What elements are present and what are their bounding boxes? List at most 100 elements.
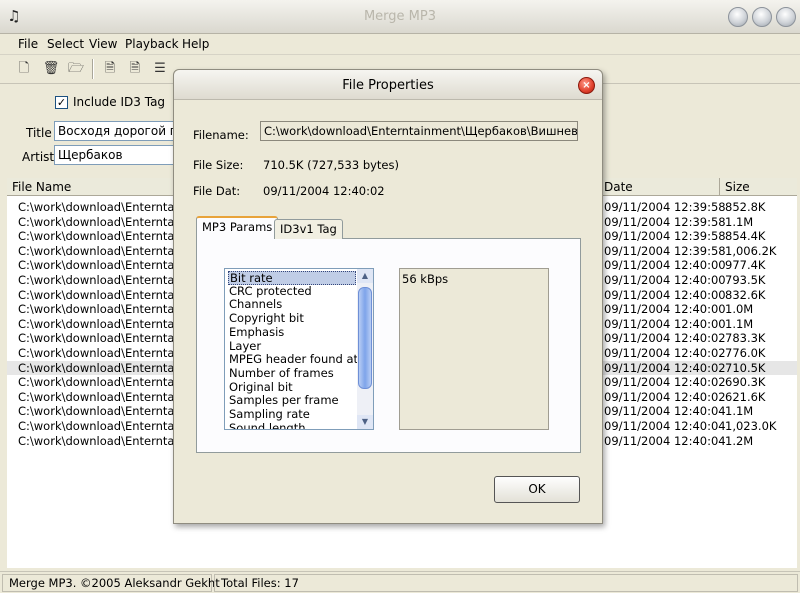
cell-date: 09/11/2004 12:40:02 bbox=[604, 360, 726, 375]
list-item[interactable]: MPEG header found at bbox=[228, 352, 358, 367]
scroll-down-icon[interactable]: ▼ bbox=[357, 415, 373, 429]
cell-size: 1,006.2K bbox=[725, 243, 777, 258]
cell-file-name: C:\work\download\Enterntainm bbox=[18, 331, 197, 346]
cell-date: 09/11/2004 12:40:02 bbox=[604, 375, 726, 390]
cell-date: 09/11/2004 12:40:00 bbox=[604, 316, 726, 331]
cell-size: 1.1M bbox=[725, 404, 754, 419]
menu-select[interactable]: Select bbox=[47, 37, 84, 51]
cell-size: 776.0K bbox=[725, 346, 766, 360]
list-item[interactable]: Number of frames bbox=[228, 366, 356, 381]
cell-file-name: C:\work\download\Enterntainm bbox=[18, 287, 197, 302]
menu-view[interactable]: View bbox=[89, 37, 117, 51]
cell-date: 09/11/2004 12:40:00 bbox=[604, 302, 726, 317]
filedate-value: 09/11/2004 12:40:02 bbox=[263, 184, 385, 198]
document-icon[interactable]: 🗎 bbox=[101, 60, 119, 78]
cell-size: 852.8K bbox=[725, 200, 766, 214]
cell-size: 1.0M bbox=[725, 302, 754, 317]
cell-date: 09/11/2004 12:39:58 bbox=[604, 229, 726, 244]
list-item[interactable]: Copyright bit bbox=[228, 311, 356, 326]
title-label: Title bbox=[26, 126, 52, 140]
menu-bar: File Select View Playback Help bbox=[0, 34, 800, 55]
cell-file-name: C:\work\download\Enterntainm bbox=[18, 316, 197, 331]
cell-size: 1.1M bbox=[725, 316, 754, 331]
artist-input[interactable]: Щербаков bbox=[54, 145, 176, 165]
toolbar-separator bbox=[92, 59, 94, 79]
params-list[interactable]: Bit rate CRC protected Channels Copyright b… bbox=[224, 268, 374, 430]
scroll-thumb[interactable] bbox=[358, 287, 372, 389]
column-size[interactable]: Size bbox=[725, 180, 750, 194]
tab-id3v1-tag[interactable]: ID3v1 Tag bbox=[274, 219, 343, 239]
cell-size: 854.4K bbox=[725, 229, 766, 244]
dialog-close-button[interactable]: × bbox=[578, 77, 595, 94]
cell-file-name: C:\work\download\Enterntainm bbox=[18, 302, 197, 317]
cell-date: 09/11/2004 12:39:58 bbox=[604, 243, 726, 258]
filesize-value: 710.5K (727,533 bytes) bbox=[263, 158, 399, 172]
column-divider[interactable] bbox=[719, 178, 720, 196]
cell-size: 1.1M bbox=[725, 214, 754, 229]
filename-field[interactable]: C:\work\download\Enterntainment\Щербаков… bbox=[260, 121, 578, 141]
list-item[interactable]: Bit rate bbox=[228, 271, 356, 285]
list-item[interactable]: CRC protected bbox=[228, 284, 356, 299]
list-item[interactable]: Original bit bbox=[228, 380, 356, 395]
cell-file-name: C:\work\download\Enterntainm bbox=[18, 200, 197, 214]
cell-size: 1,023.0K bbox=[725, 419, 777, 433]
cell-size: 1.2M bbox=[725, 433, 754, 448]
cell-file-name: C:\work\download\Enterntainm bbox=[18, 360, 197, 375]
scroll-up-icon[interactable]: ▲ bbox=[357, 269, 373, 283]
list-item[interactable]: Channels bbox=[228, 298, 356, 312]
status-total-files: Total Files: 17 bbox=[214, 574, 798, 592]
params-scrollbar[interactable]: ▲ ▼ bbox=[357, 269, 373, 429]
column-file-name[interactable]: File Name bbox=[12, 180, 71, 194]
cell-file-name: C:\work\download\Enterntainm bbox=[18, 404, 197, 419]
delete-icon[interactable]: 🗑 bbox=[42, 60, 60, 78]
list-item[interactable]: Sound length bbox=[228, 421, 356, 429]
cell-date: 09/11/2004 12:40:04 bbox=[604, 404, 726, 419]
cell-file-name: C:\work\download\Enterntainm bbox=[18, 214, 197, 229]
include-id3-checkbox[interactable]: ✓ bbox=[55, 96, 68, 109]
column-date[interactable]: Date bbox=[604, 180, 633, 194]
cell-date: 09/11/2004 12:39:58 bbox=[604, 200, 726, 214]
menu-file[interactable]: File bbox=[18, 37, 38, 51]
cell-date: 09/11/2004 12:40:00 bbox=[604, 287, 726, 302]
cell-file-name: C:\work\download\Enterntainm bbox=[18, 229, 197, 244]
cell-file-name: C:\work\download\Enterntainm bbox=[18, 433, 197, 448]
file-properties-dialog: File Properties × Filename: C:\work\down… bbox=[173, 69, 603, 524]
document-icon[interactable]: 🗎 bbox=[126, 60, 144, 78]
cell-size: 690.3K bbox=[725, 375, 766, 390]
status-bar: Merge MP3. ©2005 Aleksandr Gekht Total F… bbox=[0, 571, 800, 593]
cell-date: 09/11/2004 12:40:02 bbox=[604, 331, 726, 346]
cell-size: 832.6K bbox=[725, 287, 766, 302]
filesize-label: File Size: bbox=[193, 158, 244, 172]
cell-date: 09/11/2004 12:40:04 bbox=[604, 433, 726, 448]
close-button[interactable] bbox=[776, 7, 796, 27]
cell-size: 783.3K bbox=[725, 331, 766, 346]
param-value-box: 56 kBps bbox=[399, 268, 549, 430]
cell-file-name: C:\work\download\Enterntainm bbox=[18, 258, 197, 273]
list-item[interactable]: Layer bbox=[228, 339, 356, 354]
cell-date: 09/11/2004 12:40:02 bbox=[604, 346, 726, 360]
menu-playback[interactable]: Playback bbox=[125, 37, 179, 51]
minimize-button[interactable] bbox=[728, 7, 748, 27]
ok-button[interactable]: OK bbox=[494, 476, 580, 503]
cell-size: 621.6K bbox=[725, 389, 766, 404]
tab-mp3-params[interactable]: MP3 Params bbox=[196, 216, 279, 239]
cell-file-name: C:\work\download\Enterntainm bbox=[18, 243, 197, 258]
list-item[interactable]: Emphasis bbox=[228, 325, 356, 340]
dialog-title: File Properties bbox=[342, 78, 434, 93]
list-item[interactable]: Sampling rate bbox=[228, 407, 356, 422]
filedate-label: File Dat: bbox=[193, 184, 241, 198]
cell-file-name: C:\work\download\Enterntainm bbox=[18, 375, 197, 390]
new-icon[interactable]: 🗋 bbox=[15, 60, 33, 78]
title-input[interactable]: Восходя дорогой горн bbox=[54, 121, 176, 141]
window-title-bar[interactable]: ♫ Merge MP3 bbox=[0, 0, 800, 34]
cell-date: 09/11/2004 12:40:02 bbox=[604, 389, 726, 404]
cell-date: 09/11/2004 12:40:04 bbox=[604, 419, 726, 433]
maximize-button[interactable] bbox=[752, 7, 772, 27]
cell-size: 793.5K bbox=[725, 273, 766, 287]
list-item[interactable]: Samples per frame bbox=[228, 394, 356, 408]
dialog-title-bar[interactable]: File Properties × bbox=[174, 70, 602, 100]
open-folder-icon[interactable]: 🗁 bbox=[67, 60, 85, 78]
menu-help[interactable]: Help bbox=[182, 37, 209, 51]
cell-date: 09/11/2004 12:40:00 bbox=[604, 258, 726, 273]
list-icon[interactable]: ☰ bbox=[151, 60, 169, 78]
